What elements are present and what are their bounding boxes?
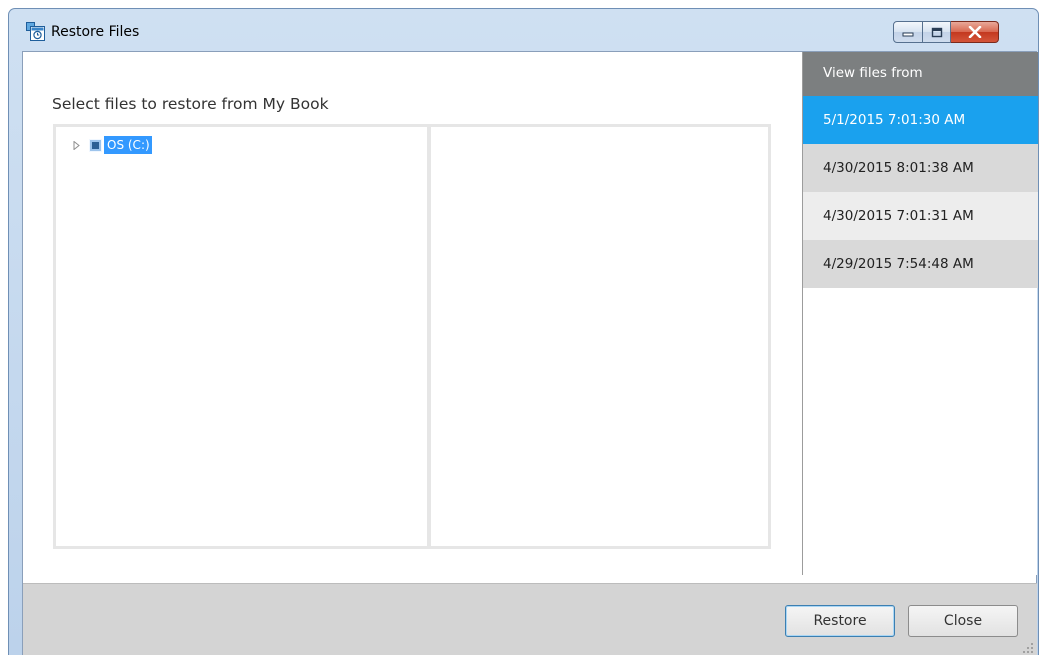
close-button[interactable]: Close	[908, 605, 1018, 637]
window-close-button[interactable]	[951, 21, 999, 43]
snapshot-date-item[interactable]: 4/30/2015 7:01:31 AM	[803, 192, 1038, 240]
triangle-right-icon[interactable]	[72, 140, 81, 150]
tree-item-label[interactable]: OS (C:)	[104, 136, 152, 154]
snapshot-date-item[interactable]: 4/30/2015 8:01:38 AM	[803, 144, 1038, 192]
restore-files-window: Restore Files Select files to restore fr…	[8, 8, 1039, 655]
restore-heading: Select files to restore from My Book	[52, 95, 329, 113]
minimize-icon	[902, 32, 914, 37]
minimize-button[interactable]	[893, 21, 923, 43]
title-bar[interactable]: Restore Files	[9, 9, 1038, 51]
window-title: Restore Files	[51, 24, 140, 40]
sidebar-header: View files from	[803, 52, 1038, 96]
snapshot-date-item[interactable]: 5/1/2015 7:01:30 AM	[803, 96, 1038, 144]
client-area: Select files to restore from My Book OS …	[22, 51, 1038, 655]
folder-tree-pane[interactable]: OS (C:)	[53, 124, 430, 549]
drive-checkbox-icon[interactable]	[89, 138, 102, 152]
snapshot-sidebar: View files from 5/1/2015 7:01:30 AM 4/30…	[802, 52, 1038, 575]
footer-bar: Restore Close	[23, 583, 1037, 655]
snapshot-date-item[interactable]: 4/29/2015 7:54:48 AM	[803, 240, 1038, 288]
close-icon	[968, 26, 981, 38]
maximize-button[interactable]	[923, 21, 951, 43]
maximize-icon	[931, 27, 942, 37]
file-list-pane[interactable]	[428, 124, 771, 549]
restore-files-icon	[26, 22, 45, 41]
restore-button[interactable]: Restore	[785, 605, 895, 637]
resize-grip-icon[interactable]	[1022, 642, 1034, 654]
tree-item-os-drive[interactable]: OS (C:)	[72, 136, 152, 154]
